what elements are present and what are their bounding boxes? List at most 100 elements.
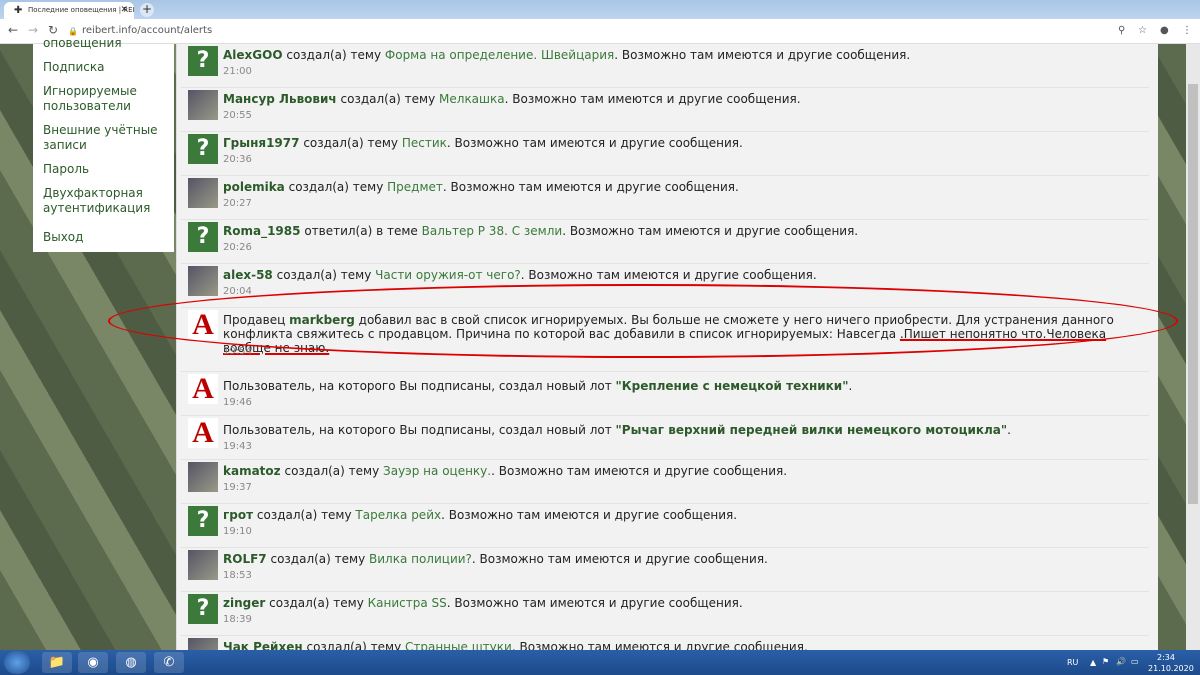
user-avatar[interactable]: ? — [188, 134, 218, 164]
clock-date[interactable]: 21.10.2020 — [1148, 664, 1194, 673]
alert-text: Грыня1977 создал(а) тему Пестик. Возможн… — [223, 136, 1143, 150]
tab-alerts[interactable]: ✚ Последние оповещения | REIBERT✕ — [4, 2, 134, 19]
alert-time: 19:10 — [223, 526, 252, 537]
sidebar-item-ignored[interactable]: Игнорируемые пользователи — [43, 84, 164, 114]
alert-thread-link[interactable]: Зауэр на оценку. — [383, 464, 491, 478]
alert-thread-link[interactable]: Форма на определение. Швейцария — [385, 48, 614, 62]
alert-thread-link[interactable]: Части оружия-от чего? — [375, 268, 521, 282]
alert-row: ROLF7 создал(а) тему Вилка полиции?. Воз… — [181, 548, 1149, 592]
alert-time: 20:36 — [223, 154, 252, 165]
alert-rest: . Возможно там имеются и другие сообщени… — [511, 640, 808, 650]
url-input[interactable]: reibert.info/account/alerts — [82, 25, 212, 36]
firefox-icon[interactable]: ◍ — [116, 652, 146, 673]
user-avatar[interactable] — [188, 462, 218, 492]
alert-action: ответил(а) в теме — [304, 224, 418, 238]
alert-thread-link[interactable]: Странные штуки — [405, 640, 512, 650]
alert-user-link[interactable]: kamatoz — [223, 464, 281, 478]
alert-prefix: Продавец — [223, 313, 286, 327]
alert-user-link[interactable]: Мансур Львович — [223, 92, 337, 106]
alert-time: 21:00 — [223, 66, 252, 77]
close-tab-icon[interactable]: ✕ — [120, 5, 128, 15]
user-avatar[interactable] — [188, 178, 218, 208]
alert-action: создал(а) тему — [288, 180, 384, 194]
user-avatar[interactable] — [188, 90, 218, 120]
alert-action: создал(а) тему — [286, 48, 382, 62]
scrollbar[interactable] — [1186, 44, 1200, 650]
zoom-icon[interactable]: ⚲ — [1118, 25, 1125, 36]
alert-row: ? AlexGOO создал(а) тему Форма на определ… — [181, 44, 1149, 88]
alert-message: Пользователь, на которого Вы подписаны, … — [223, 379, 612, 393]
alert-thread-link[interactable]: Мелкашка — [439, 92, 505, 106]
network-icon[interactable]: ▭ — [1131, 657, 1139, 666]
clock-time[interactable]: 2:34 — [1157, 653, 1175, 662]
alert-rest: . Возможно там имеются и другие сообщени… — [446, 596, 743, 610]
user-avatar[interactable]: ? — [188, 222, 218, 252]
alert-time: 20:27 — [223, 198, 252, 209]
user-avatar[interactable]: ? — [188, 594, 218, 624]
sidebar-item-subscription[interactable]: Подписка — [43, 60, 164, 75]
alert-user-link[interactable]: AlexGOO — [223, 48, 283, 62]
alert-action: создал(а) тему — [340, 92, 436, 106]
viber-icon[interactable]: ✆ — [154, 652, 184, 673]
new-tab-button[interactable]: + — [140, 3, 154, 17]
alert-text: alex-58 создал(а) тему Части оружия-от ч… — [223, 268, 1143, 282]
lot-alert-row: A Пользователь, на которого Вы подписаны,… — [181, 372, 1149, 416]
sidebar-item-2fa[interactable]: Двухфакторная аутентификация — [43, 186, 164, 216]
alert-rest: . Возможно там имеются и другие сообщени… — [446, 136, 743, 150]
user-avatar[interactable] — [188, 266, 218, 296]
sidebar-item-alerts[interactable]: оповещения — [43, 36, 164, 51]
chrome-icon[interactable]: ◉ — [78, 652, 108, 673]
lot-link[interactable]: "Крепление с немецкой техники" — [616, 379, 849, 393]
alert-row: ? грот создал(а) тему Тарелка рейх. Возмо… — [181, 504, 1149, 548]
alert-action: создал(а) тему — [306, 640, 402, 650]
sidebar-item-password[interactable]: Пароль — [43, 162, 164, 177]
lot-link[interactable]: "Рычаг верхний передней вилки немецкого … — [616, 423, 1008, 437]
alert-icon: A — [188, 374, 218, 404]
alert-user-link[interactable]: alex-58 — [223, 268, 273, 282]
alert-thread-link[interactable]: Предмет — [387, 180, 443, 194]
alert-time: 19:37 — [223, 482, 252, 493]
alert-user-link[interactable]: zinger — [223, 596, 265, 610]
alert-user-link[interactable]: Roma_1985 — [223, 224, 300, 238]
alert-user-link[interactable]: ROLF7 — [223, 552, 267, 566]
user-avatar[interactable]: ? — [188, 506, 218, 536]
profile-icon[interactable]: ● — [1160, 25, 1169, 36]
flag-icon[interactable]: ⚑ — [1102, 657, 1109, 666]
alert-thread-link[interactable]: Вальтер Р 38. С земли — [422, 224, 563, 238]
user-avatar[interactable] — [188, 550, 218, 580]
user-avatar[interactable]: ? — [188, 46, 218, 76]
user-avatar[interactable] — [188, 638, 218, 650]
scrollbar-thumb[interactable] — [1188, 84, 1198, 504]
seller-link[interactable]: markberg — [289, 313, 355, 327]
sidebar-item-logout[interactable]: Выход — [43, 230, 164, 245]
start-button[interactable] — [4, 651, 30, 674]
alert-user-link[interactable]: polemika — [223, 180, 285, 194]
alerts-list: ? AlexGOO создал(а) тему Форма на определ… — [176, 44, 1158, 650]
alert-action: создал(а) тему — [256, 508, 352, 522]
ignore-alert-row: A Продавец markberg добавил вас в свой сп… — [181, 308, 1149, 372]
volume-icon[interactable]: 🔊 — [1116, 657, 1126, 666]
alert-thread-link[interactable]: Пестик — [402, 136, 447, 150]
alert-user-link[interactable]: Чак Рейхен — [223, 640, 303, 650]
forward-icon[interactable]: → — [28, 23, 38, 37]
reload-icon[interactable]: ↻ — [48, 23, 58, 37]
alert-action: создал(а) тему — [270, 552, 366, 566]
sidebar-item-external-accounts[interactable]: Внешние учётные записи — [43, 123, 164, 153]
alert-icon: A — [188, 418, 218, 448]
alert-rest: . Возможно там имеются и другие сообщени… — [562, 224, 859, 238]
language-indicator[interactable]: RU — [1067, 658, 1078, 667]
alert-text: Roma_1985 ответил(а) в теме Вальтер Р 38… — [223, 224, 1143, 238]
alert-thread-link[interactable]: Канистра SS — [368, 596, 447, 610]
alert-row: ? Roma_1985 ответил(а) в теме Вальтер Р 3… — [181, 220, 1149, 264]
menu-icon[interactable]: ⋮ — [1182, 25, 1192, 36]
tray-arrow-icon[interactable]: ▲ — [1090, 658, 1096, 667]
alert-user-link[interactable]: Грыня1977 — [223, 136, 299, 150]
alert-thread-link[interactable]: Вилка полиции? — [369, 552, 472, 566]
alert-thread-link[interactable]: Тарелка рейх — [355, 508, 441, 522]
star-icon[interactable]: ☆ — [1138, 25, 1147, 36]
explorer-icon[interactable]: 📁 — [42, 652, 72, 673]
alert-text: AlexGOO создал(а) тему Форма на определе… — [223, 48, 1143, 62]
alert-row: ? zinger создал(а) тему Канистра SS. Возм… — [181, 592, 1149, 636]
alert-user-link[interactable]: грот — [223, 508, 253, 522]
back-icon[interactable]: ← — [8, 23, 18, 37]
